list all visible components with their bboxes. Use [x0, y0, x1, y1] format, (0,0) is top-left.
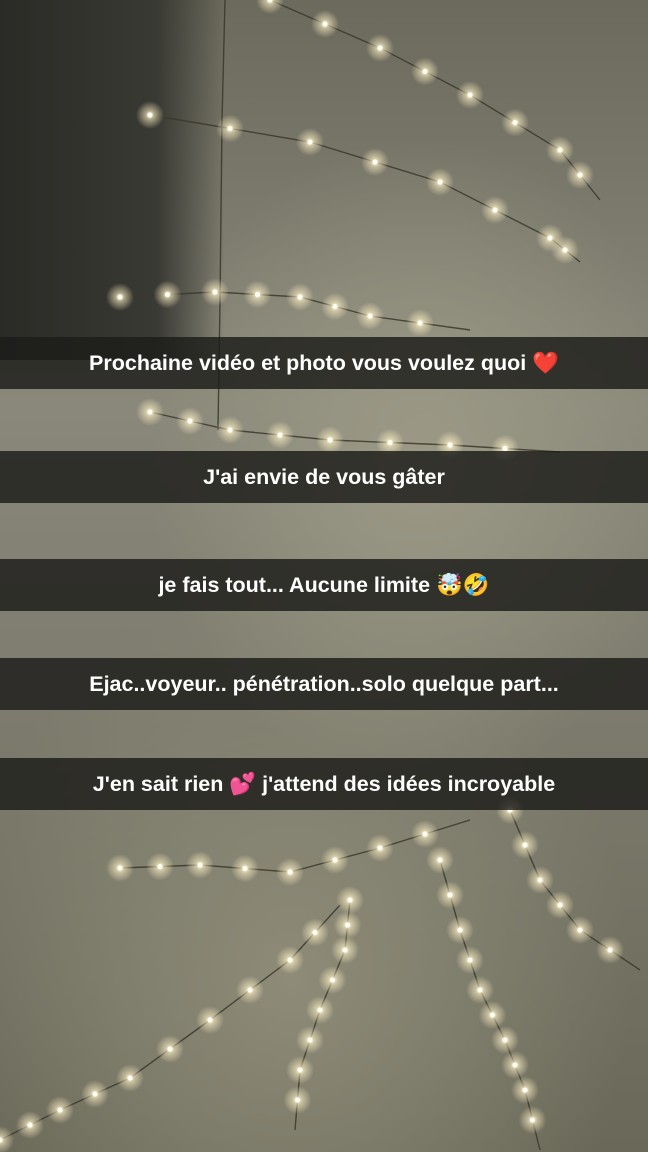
light-bulb — [522, 1087, 528, 1093]
story-screen[interactable]: Prochaine vidéo et photo vous voulez quo… — [0, 0, 648, 1152]
light-bulb — [387, 439, 393, 446]
light-bulb — [307, 139, 313, 145]
light-bulb — [312, 929, 318, 936]
light-bulb — [242, 865, 248, 872]
light-bulb — [467, 957, 473, 963]
light-bulb — [372, 159, 378, 165]
light-bulb — [522, 842, 528, 848]
light-bulb — [529, 1117, 536, 1123]
light-bulb — [317, 1007, 323, 1013]
light-bulb — [377, 845, 383, 851]
light-bulb — [367, 313, 373, 319]
light-bulb — [167, 1046, 173, 1052]
light-bulb — [477, 987, 483, 993]
light-bulb — [344, 922, 351, 928]
light-bulb — [332, 857, 338, 863]
light-bulb — [277, 432, 283, 438]
light-bulb — [332, 303, 338, 310]
light-bulb — [547, 235, 553, 241]
caption-text-1: Prochaine vidéo et photo vous voulez quo… — [89, 350, 559, 375]
light-bulb — [422, 68, 428, 75]
light-bulb — [164, 291, 171, 298]
light-bulb — [577, 927, 583, 933]
caption-text-5: J'en sait rien 💕 j'attend des idées incr… — [92, 771, 556, 796]
light-bulb — [512, 1062, 518, 1068]
light-bulb — [322, 21, 328, 27]
light-bulb — [27, 1122, 33, 1128]
light-bulb — [447, 442, 453, 448]
light-bulb — [329, 977, 336, 983]
light-bulb — [227, 125, 233, 132]
light-bulb — [207, 1017, 213, 1023]
light-bulb — [422, 831, 428, 837]
light-bulb — [147, 112, 153, 118]
light-bulb — [489, 1012, 496, 1018]
caption-bar-1: Prochaine vidéo et photo vous voulez quo… — [0, 337, 648, 389]
light-bulb — [127, 1075, 133, 1081]
light-bulb — [227, 427, 233, 433]
light-bulb — [297, 294, 303, 300]
light-bulb — [437, 857, 443, 863]
light-bulb — [287, 869, 293, 875]
light-bulb — [557, 902, 563, 908]
caption-text-4: Ejac..voyeur.. pénétration..solo quelque… — [89, 671, 559, 696]
light-bulb — [502, 1037, 508, 1043]
caption-bar-3: je fais tout... Aucune limite 🤯🤣 — [0, 559, 648, 611]
light-bulb — [297, 1067, 303, 1073]
light-bulb — [147, 409, 153, 415]
light-bulb — [457, 927, 463, 933]
light-bulb — [417, 320, 423, 326]
light-bulb — [57, 1107, 63, 1113]
light-bulb — [307, 1037, 313, 1043]
light-bulb — [117, 865, 123, 871]
light-bulb — [294, 1097, 301, 1103]
light-bulb — [577, 172, 583, 178]
caption-bar-4: Ejac..voyeur.. pénétration..solo quelque… — [0, 658, 648, 710]
light-strand-wire — [149, 114, 581, 263]
light-bulb — [347, 897, 353, 903]
light-bulb — [607, 947, 613, 953]
light-bulb — [562, 247, 568, 253]
light-bulb — [117, 294, 123, 300]
light-bulb — [512, 119, 518, 126]
light-bulb — [92, 1091, 98, 1097]
light-bulb — [254, 291, 261, 298]
light-bulb — [437, 179, 443, 185]
light-bulb — [327, 437, 333, 443]
light-bulb — [212, 289, 218, 295]
light-bulb — [342, 947, 348, 953]
light-bulb — [157, 863, 163, 870]
light-bulb — [187, 418, 193, 424]
caption-bar-2: J'ai envie de vous gâter — [0, 451, 648, 503]
caption-text-3: je fais tout... Aucune limite 🤯🤣 — [158, 572, 490, 597]
light-bulb — [377, 45, 383, 51]
light-bulb — [557, 147, 563, 153]
caption-bar-5: J'en sait rien 💕 j'attend des idées incr… — [0, 758, 648, 810]
caption-text-2: J'ai envie de vous gâter — [203, 464, 445, 489]
light-bulb — [492, 207, 498, 213]
light-bulb — [467, 92, 473, 98]
light-bulb — [537, 877, 543, 883]
light-bulb — [247, 987, 253, 993]
light-bulb — [197, 862, 203, 868]
light-bulb — [287, 957, 293, 963]
light-bulb — [447, 892, 453, 898]
